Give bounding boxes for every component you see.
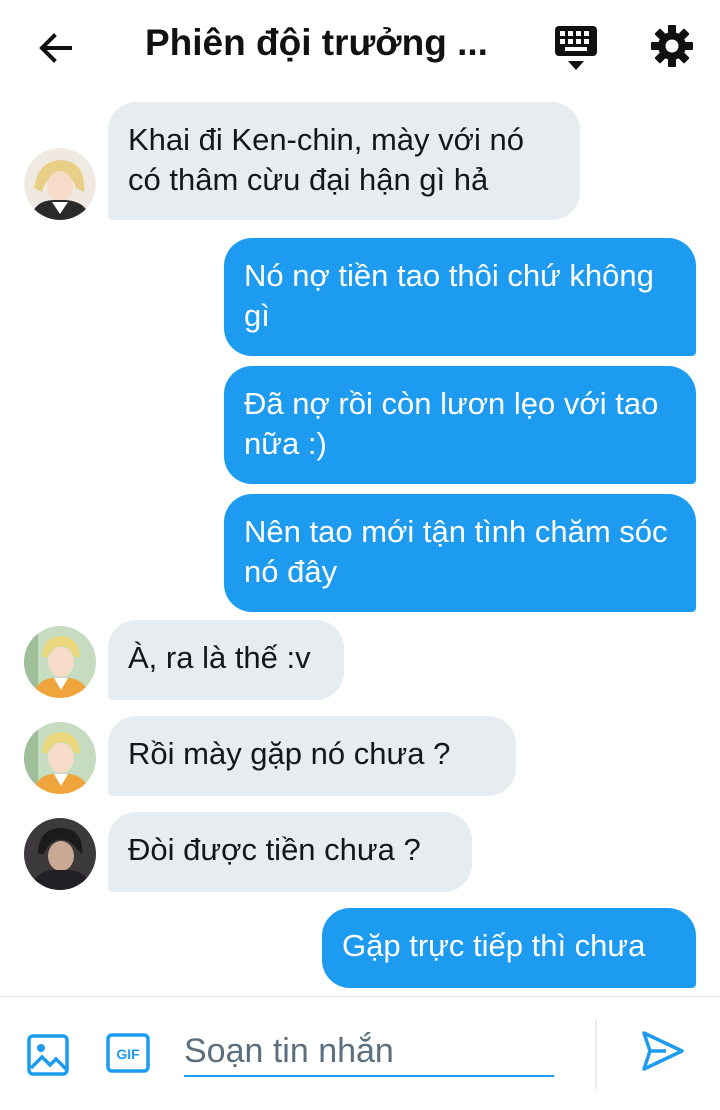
message-bubble-incoming[interactable]: Rồi mày gặp nó chưa ? [108,716,516,796]
keyboard-icon [555,26,597,70]
gear-icon [651,25,693,67]
gif-label: GIF [116,1046,140,1062]
arrow-left-icon [39,33,72,63]
message-bubble-outgoing[interactable]: Nó nợ tiền tao thôi chứ không gì [224,238,696,356]
message-composer: GIF [0,996,720,1110]
back-button[interactable] [34,26,78,70]
conversation-header: Phiên đội trưởng ... [0,0,720,96]
image-icon [27,1034,69,1076]
avatar-dark-hair-icon [24,818,96,890]
add-gif-button[interactable]: GIF [106,1033,150,1073]
message-bubble-incoming[interactable]: Khai đi Ken-chin, mày với nó có thâm cừu… [108,102,580,220]
avatar[interactable] [24,818,96,890]
conversation-title: Phiên đội trưởng ... [145,22,488,63]
keyboard-toggle-button[interactable] [553,24,599,72]
message-bubble-outgoing[interactable]: Nên tao mới tận tình chăm sóc nó đây [224,494,696,612]
message-bubble-outgoing[interactable]: Đã nợ rồi còn lươn lẹo với tao nữa :) [224,366,696,484]
avatar-blonde-girl-icon [24,148,96,220]
avatar-blond-boy-icon [24,626,96,698]
settings-button[interactable] [648,22,696,70]
send-icon [642,1031,684,1071]
avatar[interactable] [24,722,96,794]
message-bubble-incoming[interactable]: Đòi được tiền chưa ? [108,812,472,892]
avatar[interactable] [24,626,96,698]
avatar-blond-boy-icon [24,722,96,794]
message-bubble-outgoing[interactable]: Gặp trực tiếp thì chưa [322,908,696,988]
message-bubble-incoming[interactable]: À, ra là thế :v [108,620,344,700]
add-image-button[interactable] [26,1033,70,1077]
message-input[interactable] [184,1027,554,1077]
composer-divider [595,1019,597,1089]
send-button[interactable] [638,1027,686,1075]
avatar[interactable] [24,148,96,220]
gif-icon: GIF [106,1033,150,1073]
